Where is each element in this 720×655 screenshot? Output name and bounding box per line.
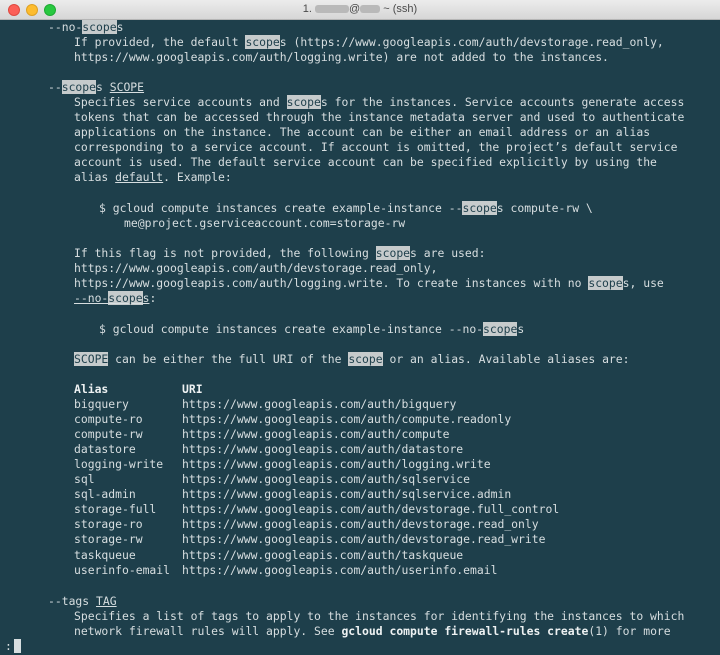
alias-name: sql xyxy=(74,472,95,486)
desc-line: Specifies service accounts and scopes fo… xyxy=(74,95,684,110)
text: . Example: xyxy=(163,170,232,184)
example-command: $ gcloud compute instances create exampl… xyxy=(99,322,524,337)
alias-name: taskqueue xyxy=(74,548,136,562)
flag-no-scopes: --no-scopes xyxy=(48,20,123,35)
text: --no- xyxy=(74,291,109,305)
search-highlight: scope xyxy=(375,246,411,260)
alias-uri: https://www.googleapis.com/auth/logging.… xyxy=(182,457,491,471)
window-title: 1. @ ~ (ssh) xyxy=(0,3,720,15)
flag-argument: TAG xyxy=(96,594,117,608)
alias-uri: https://www.googleapis.com/auth/bigquery xyxy=(182,397,457,411)
alias-uri: https://www.googleapis.com/auth/devstora… xyxy=(182,502,560,516)
text: $ gcloud compute instances create exampl… xyxy=(99,201,463,215)
text: --no- xyxy=(48,20,83,34)
alias-name: compute-ro xyxy=(74,412,143,426)
text: -- xyxy=(48,80,62,94)
search-highlight: scope xyxy=(286,95,321,109)
text: s xyxy=(517,322,525,336)
desc-line: --no-scopes: xyxy=(74,291,156,306)
title-tab-number: 1. xyxy=(302,3,312,15)
search-highlight: scope xyxy=(462,201,497,215)
text: --tags xyxy=(48,594,97,608)
desc-line: alias default. Example: xyxy=(74,170,232,185)
alias-uri: https://www.googleapis.com/auth/userinfo… xyxy=(182,563,498,577)
alias-name: userinfo-email xyxy=(74,563,171,577)
alias-name: storage-ro xyxy=(74,517,143,531)
search-highlight: scope xyxy=(245,35,280,49)
text: can be either the full URI of the xyxy=(108,352,349,366)
alias-uri: https://www.googleapis.com/auth/compute.… xyxy=(182,412,512,426)
desc-line: Specifies a list of tags to apply to the… xyxy=(74,609,685,623)
text: s xyxy=(116,20,124,34)
example-command-continued: me@project.gserviceaccount.com=storage-r… xyxy=(124,216,406,230)
uri-column-header: URI xyxy=(182,382,203,396)
underlined-term: default xyxy=(115,170,164,184)
alias-name: storage-full xyxy=(74,502,157,516)
text: (1) for more xyxy=(588,624,671,638)
desc-line: https://www.googleapis.com/auth/logging.… xyxy=(74,50,609,64)
text: Specifies service accounts and xyxy=(74,95,287,109)
alias-name: bigquery xyxy=(74,397,129,411)
flag-scopes: --scopes SCOPE xyxy=(48,80,144,95)
terminal-window: 1. @ ~ (ssh) --no-scopes If provided, th… xyxy=(0,0,720,655)
search-highlight: scope xyxy=(348,352,383,366)
redacted-hostname xyxy=(360,5,381,14)
search-highlight: scope xyxy=(82,20,117,34)
desc-line: https://www.googleapis.com/auth/logging.… xyxy=(74,276,664,291)
text-cursor xyxy=(14,639,21,653)
search-highlight: scope xyxy=(483,322,518,336)
alias-name: sql-admin xyxy=(74,487,136,501)
text: alias xyxy=(74,170,116,184)
alias-uri: https://www.googleapis.com/auth/taskqueu… xyxy=(182,548,464,562)
text: s for the instances. Service accounts ge… xyxy=(320,95,685,109)
flag-tags: --tags TAG xyxy=(48,594,117,609)
underlined-flag: --no-scopes xyxy=(74,291,149,305)
text: https://www.googleapis.com/auth/logging.… xyxy=(74,276,589,290)
desc-line: corresponding to a service account. If a… xyxy=(74,140,678,154)
alias-uri: https://www.googleapis.com/auth/devstora… xyxy=(182,532,546,546)
redacted-username xyxy=(315,5,350,14)
alias-name: logging-write xyxy=(74,457,164,471)
desc-line: network firewall rules will apply. See g… xyxy=(74,624,671,639)
search-highlight: SCOPE xyxy=(74,352,109,366)
text: : xyxy=(149,291,157,305)
alias-uri: https://www.googleapis.com/auth/sqlservi… xyxy=(182,487,512,501)
text: If this flag is not provided, the follow… xyxy=(74,246,376,260)
title-suffix: ~ (ssh) xyxy=(383,3,418,15)
alias-uri: https://www.googleapis.com/auth/compute xyxy=(182,427,450,441)
text: or an alias. Available aliases are: xyxy=(382,352,630,366)
title-bar[interactable]: 1. @ ~ (ssh) xyxy=(0,0,720,20)
text: s (https://www.googleapis.com/auth/devst… xyxy=(279,35,664,49)
example-command: $ gcloud compute instances create exampl… xyxy=(99,201,593,216)
alias-uri: https://www.googleapis.com/auth/sqlservi… xyxy=(182,472,471,486)
alias-name: datastore xyxy=(74,442,136,456)
desc-line: SCOPE can be either the full URI of the … xyxy=(74,352,630,367)
text: s, use xyxy=(622,276,664,290)
desc-line: If provided, the default scopes (https:/… xyxy=(74,35,664,50)
alias-uri: https://www.googleapis.com/auth/datastor… xyxy=(182,442,464,456)
desc-line: account is used. The default service acc… xyxy=(74,155,657,169)
alias-column-header: Alias xyxy=(74,382,109,396)
text: network firewall rules will apply. See xyxy=(74,624,342,638)
desc-line: If this flag is not provided, the follow… xyxy=(74,246,485,261)
search-highlight: scope xyxy=(61,80,97,94)
alias-name: storage-rw xyxy=(74,532,143,546)
text: $ gcloud compute instances create exampl… xyxy=(99,322,484,336)
search-highlight: scope xyxy=(588,276,623,290)
desc-line: tokens that can be accessed through the … xyxy=(74,110,685,124)
desc-line: https://www.googleapis.com/auth/devstora… xyxy=(74,261,438,275)
text: If provided, the default xyxy=(74,35,246,49)
bold-command: gcloud compute firewall-rules create xyxy=(341,624,589,638)
search-highlight: scope xyxy=(108,291,143,305)
text: s are used: xyxy=(410,246,486,260)
alias-name: compute-rw xyxy=(74,427,143,441)
flag-argument: SCOPE xyxy=(109,80,145,94)
pager-prompt[interactable]: : xyxy=(5,639,12,654)
terminal-output[interactable]: --no-scopes If provided, the default sco… xyxy=(0,20,720,655)
text: s xyxy=(96,80,110,94)
text: s compute-rw \ xyxy=(496,201,593,215)
alias-uri: https://www.googleapis.com/auth/devstora… xyxy=(182,517,539,531)
title-at: @ xyxy=(349,3,361,15)
desc-line: applications on the instance. The accoun… xyxy=(74,125,651,139)
